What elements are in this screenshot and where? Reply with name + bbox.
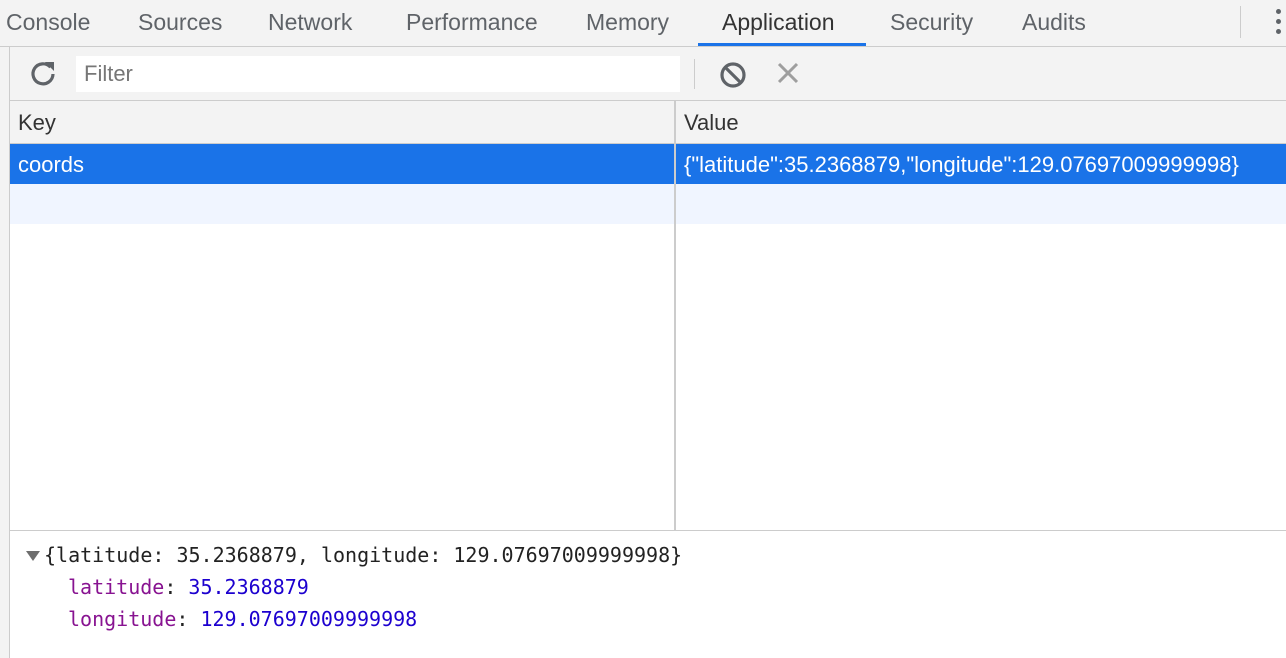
row-value-cell[interactable]: {"latitude":35.2368879,"longitude":129.0…	[676, 144, 1286, 184]
more-options-icon[interactable]	[1268, 8, 1286, 38]
tab-performance[interactable]: Performance	[406, 0, 538, 46]
devtools-window: Console Sources Network Performance Memo…	[0, 0, 1286, 658]
property-latitude: latitude: 35.2368879	[68, 573, 309, 601]
filter-input[interactable]	[76, 56, 680, 92]
table-header: Key Value	[10, 101, 1286, 144]
active-tab-indicator	[698, 43, 866, 46]
toolbar-divider	[694, 59, 695, 89]
new-entry-row[interactable]	[10, 184, 1286, 224]
clear-all-icon[interactable]	[718, 60, 748, 90]
column-resizer[interactable]	[674, 101, 676, 530]
tab-memory[interactable]: Memory	[586, 0, 669, 46]
tab-network[interactable]: Network	[268, 0, 352, 46]
tab-console[interactable]: Console	[6, 0, 90, 46]
tab-sources[interactable]: Sources	[138, 0, 222, 46]
storage-toolbar	[10, 47, 1286, 101]
panel-tab-bar: Console Sources Network Performance Memo…	[0, 0, 1286, 47]
tab-security[interactable]: Security	[890, 0, 973, 46]
refresh-icon[interactable]	[28, 59, 58, 89]
tab-audits[interactable]: Audits	[1022, 0, 1086, 46]
property-colon: :	[176, 607, 201, 631]
value-preview-pane: {latitude: 35.2368879, longitude: 129.07…	[10, 531, 1286, 658]
expand-triangle-icon[interactable]	[26, 551, 40, 561]
property-name: longitude	[68, 607, 177, 631]
property-value: 35.2368879	[188, 575, 309, 599]
property-longitude: longitude: 129.07697009999998	[68, 605, 417, 633]
row-key-cell[interactable]: coords	[10, 144, 674, 184]
sidebar-edge	[0, 47, 10, 658]
column-header-key[interactable]: Key	[10, 101, 674, 143]
key-value-table: Key Value coords {"latitude":35.2368879,…	[10, 101, 1286, 530]
tab-bar-divider	[1240, 6, 1241, 38]
property-name: latitude	[68, 575, 165, 599]
object-summary[interactable]: {latitude: 35.2368879, longitude: 129.07…	[44, 541, 682, 569]
column-header-value[interactable]: Value	[676, 101, 1286, 143]
property-value: 129.07697009999998	[200, 607, 418, 631]
property-colon: :	[164, 575, 189, 599]
delete-selected-icon[interactable]	[775, 60, 801, 86]
table-row[interactable]: coords {"latitude":35.2368879,"longitude…	[10, 144, 1286, 184]
tab-application[interactable]: Application	[722, 0, 835, 46]
